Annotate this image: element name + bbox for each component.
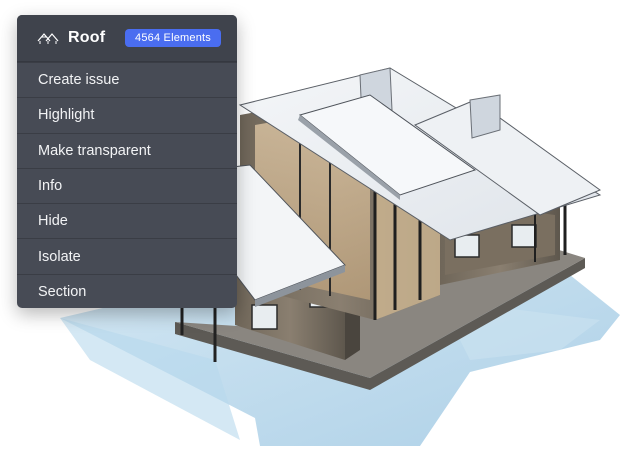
viewer-stage: Roof 4564 Elements Create issue Highligh… <box>0 0 621 451</box>
menu-item-isolate[interactable]: Isolate <box>17 238 237 273</box>
roof-icon <box>37 31 59 45</box>
selection-title: Roof <box>68 29 106 46</box>
menu-item-hide[interactable]: Hide <box>17 203 237 238</box>
element-count-badge: 4564 Elements <box>125 29 221 47</box>
element-context-menu: Roof 4564 Elements Create issue Highligh… <box>17 15 237 308</box>
menu-item-make-transparent[interactable]: Make transparent <box>17 132 237 168</box>
menu-item-info[interactable]: Info <box>17 167 237 203</box>
menu-header: Roof 4564 Elements <box>17 15 237 62</box>
menu-item-section[interactable]: Section <box>17 273 237 308</box>
menu-item-create-issue[interactable]: Create issue <box>17 62 237 97</box>
menu-item-highlight[interactable]: Highlight <box>17 97 237 132</box>
